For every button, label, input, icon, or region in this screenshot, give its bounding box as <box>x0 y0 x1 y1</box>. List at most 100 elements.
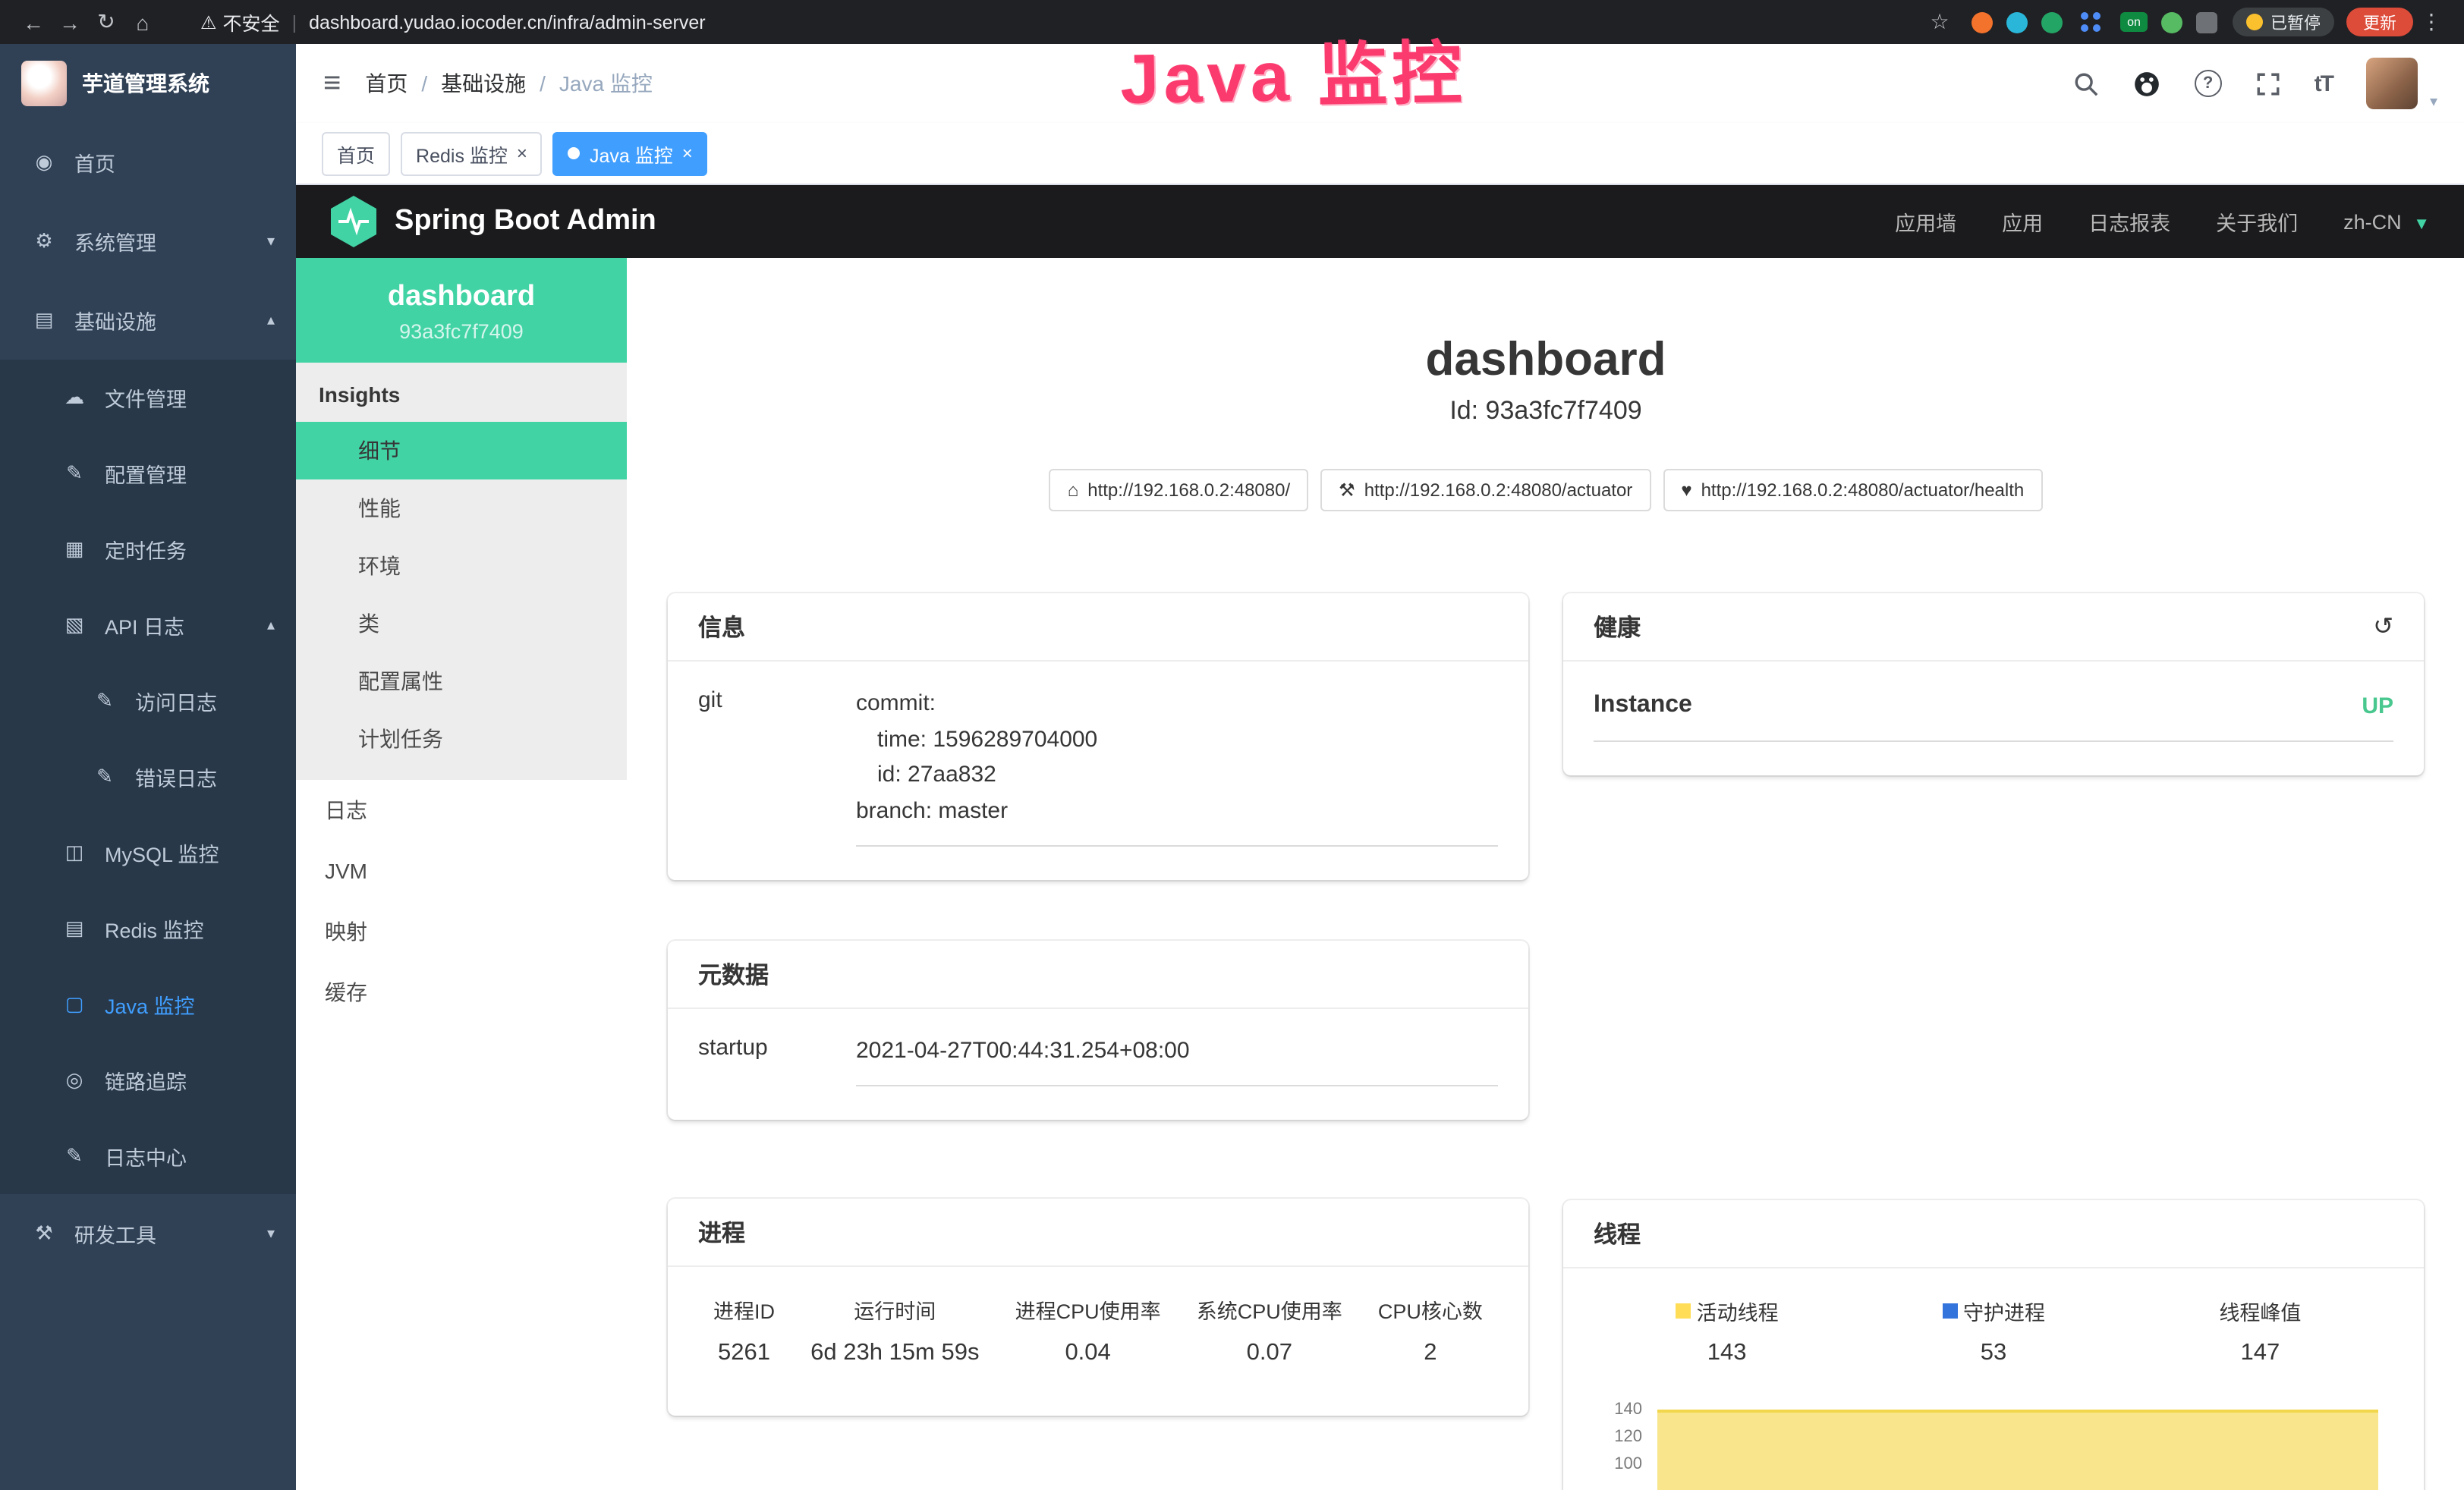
chrome-menu-icon[interactable]: ⋮ <box>2413 9 2450 35</box>
extension-drop-icon[interactable] <box>2006 11 2028 33</box>
breadcrumb-home[interactable]: 首页 <box>365 68 408 99</box>
detail-cards: 信息 git commit: time: 1596289704000 id: 2… <box>627 593 2464 1490</box>
health-url-button[interactable]: ♥ http://192.168.0.2:48080/actuator/heal… <box>1663 469 2042 511</box>
sba-item-jvm[interactable]: JVM <box>296 841 627 901</box>
instance-header[interactable]: dashboard 93a3fc7f7409 <box>296 258 627 363</box>
sidebar-item-infra[interactable]: ▤ 基础设施 ▴ <box>0 281 296 360</box>
extension-sprout-icon[interactable] <box>2161 11 2182 33</box>
threads-chart: 140 120 100 <box>1594 1388 2393 1490</box>
sidebar-fold-icon[interactable]: ≡ <box>323 66 341 101</box>
layers-icon: ▤ <box>62 916 87 941</box>
process-stat: 运行时间 6d 23h 15m 59s <box>810 1294 979 1366</box>
insights-item-scheduled-tasks[interactable]: 计划任务 <box>296 710 627 768</box>
sidebar-item-error-log[interactable]: ✎ 错误日志 <box>0 739 296 815</box>
history-icon[interactable]: ↺ <box>2373 611 2393 642</box>
sidebar-item-java-monitor[interactable]: ▢ Java 监控 <box>0 967 296 1042</box>
sba-nav-wallboard[interactable]: 应用墙 <box>1895 206 1956 237</box>
sba-locale-select[interactable]: zh-CN ▼ <box>2343 210 2430 233</box>
sidebar-item-cron[interactable]: ▦ 定时任务 <box>0 511 296 587</box>
legend-live-threads: 活动线程 143 <box>1594 1296 1860 1367</box>
profile-paused-badge[interactable]: 已暂停 <box>2233 8 2334 36</box>
startup-key: startup <box>698 1033 856 1086</box>
extension-on-badge[interactable]: on <box>2120 12 2148 32</box>
insights-item-classes[interactable]: 类 <box>296 595 627 652</box>
legend-swatch-yellow <box>1676 1303 1691 1319</box>
github-icon[interactable] <box>2132 69 2161 98</box>
process-stat: 进程ID 5261 <box>713 1294 775 1366</box>
smiley-icon <box>2246 14 2263 30</box>
reload-icon[interactable]: ↻ <box>88 9 124 35</box>
legend-daemon-threads: 守护进程 53 <box>1860 1296 2126 1367</box>
y-axis-tick: 120 <box>1594 1428 1642 1446</box>
close-icon[interactable]: × <box>517 143 527 164</box>
insights-item-environment[interactable]: 环境 <box>296 537 627 595</box>
sidebar-item-tracing[interactable]: ◎ 链路追踪 <box>0 1042 296 1118</box>
address-bar[interactable]: dashboard.yudao.iocoder.cn/infra/admin-s… <box>309 11 1921 33</box>
home-icon[interactable]: ⌂ <box>124 10 161 34</box>
sidebar-item-log-center[interactable]: ✎ 日志中心 <box>0 1118 296 1194</box>
toolbox-icon: ⚒ <box>32 1221 56 1246</box>
info-card: 信息 git commit: time: 1596289704000 id: 2… <box>668 593 1528 880</box>
sba-item-mappings[interactable]: 映射 <box>296 901 627 962</box>
search-icon[interactable] <box>2073 71 2099 96</box>
sidebar-item-config[interactable]: ✎ 配置管理 <box>0 435 296 511</box>
insights-item-details[interactable]: 细节 <box>296 422 627 479</box>
app-frame: 芋道管理系统 ◉ 首页 ⚙ 系统管理 ▾ ▤ 基础设施 ▴ ☁ 文件管理 <box>0 44 2464 1490</box>
sidebar-item-home[interactable]: ◉ 首页 <box>0 123 296 202</box>
user-avatar[interactable] <box>2366 58 2418 109</box>
bookmark-star-icon[interactable]: ☆ <box>1921 9 1958 35</box>
sba-nav-applications[interactable]: 应用 <box>2002 206 2043 237</box>
screen: Java 监控 ← → ↻ ⌂ ⚠ 不安全 | dashboard.yudao.… <box>0 0 2464 1490</box>
sidebar-item-dev-tools[interactable]: ⚒ 研发工具 ▾ <box>0 1194 296 1273</box>
sidebar-item-api-log[interactable]: ▧ API 日志 ▴ <box>0 587 296 663</box>
forward-icon[interactable]: → <box>52 10 88 34</box>
active-dot <box>568 147 581 159</box>
help-icon[interactable]: ? <box>2195 70 2222 97</box>
process-stats-row: 进程ID 5261 运行时间 6d 23h 15m 59s <box>698 1290 1498 1382</box>
chrome-update-button[interactable]: 更新 <box>2346 8 2413 36</box>
instance-details: dashboard Id: 93a3fc7f7409 ⌂ http://192.… <box>627 258 2464 1490</box>
insights-item-metrics[interactable]: 性能 <box>296 479 627 537</box>
sba-item-caches[interactable]: 缓存 <box>296 962 627 1023</box>
sidebar-item-mysql[interactable]: ◫ MySQL 监控 <box>0 815 296 891</box>
extension-green-icon[interactable] <box>2041 11 2063 33</box>
sidebar-item-redis[interactable]: ▤ Redis 监控 <box>0 891 296 967</box>
instance-links: ⌂ http://192.168.0.2:48080/ ⚒ http://192… <box>627 469 2464 511</box>
tab-redis-monitor[interactable]: Redis 监控 × <box>401 131 543 175</box>
eye-icon: ◎ <box>62 1068 87 1092</box>
close-icon[interactable]: × <box>682 143 693 164</box>
security-label[interactable]: 不安全 <box>223 8 280 36</box>
extension-grid-icon[interactable] <box>2081 12 2088 20</box>
sba-brand[interactable]: Spring Boot Admin <box>395 205 656 238</box>
app-logo-row: 芋道管理系统 <box>0 44 296 123</box>
sba-item-logs[interactable]: 日志 <box>296 780 627 841</box>
sba-nav: 应用墙 应用 日志报表 关于我们 zh-CN ▼ <box>1895 206 2430 237</box>
home-icon: ⌂ <box>1068 479 1079 501</box>
doc-edit-icon: ✎ <box>62 1144 87 1168</box>
sba-nav-about[interactable]: 关于我们 <box>2216 206 2298 237</box>
sba-nav-journal[interactable]: 日志报表 <box>2088 206 2170 237</box>
extension-pin-icon[interactable] <box>2196 11 2217 33</box>
info-card-title: 信息 <box>668 593 1528 662</box>
back-icon[interactable]: ← <box>15 10 52 34</box>
sidebar-item-access-log[interactable]: ✎ 访问日志 <box>0 663 296 739</box>
cards-left-column: 信息 git commit: time: 1596289704000 id: 2… <box>668 593 1528 1490</box>
sidebar-item-system[interactable]: ⚙ 系统管理 ▾ <box>0 202 296 281</box>
insights-item-config-props[interactable]: 配置属性 <box>296 652 627 710</box>
legend-peak-threads: 线程峰值 147 <box>2127 1296 2393 1367</box>
git-key: git <box>698 686 856 847</box>
extension-fox-icon[interactable] <box>1972 11 1993 33</box>
fullscreen-icon[interactable] <box>2255 71 2281 96</box>
tab-java-monitor[interactable]: Java 监控 × <box>553 131 708 175</box>
font-size-icon[interactable]: tT <box>2315 71 2333 96</box>
startup-row: startup 2021-04-27T00:44:31.254+08:00 <box>698 1033 1498 1086</box>
breadcrumb-infra[interactable]: 基础设施 <box>441 68 526 99</box>
health-card: 健康 ↺ Instance UP <box>1563 593 2424 775</box>
address-divider: | <box>292 11 297 33</box>
sidebar-item-file[interactable]: ☁ 文件管理 <box>0 360 296 435</box>
chevron-down-icon: ▾ <box>267 1225 275 1242</box>
cards-right-column: 健康 ↺ Instance UP <box>1563 593 2424 1490</box>
tab-home[interactable]: 首页 <box>322 131 390 175</box>
actuator-url-button[interactable]: ⚒ http://192.168.0.2:48080/actuator <box>1320 469 1651 511</box>
service-url-button[interactable]: ⌂ http://192.168.0.2:48080/ <box>1049 469 1308 511</box>
